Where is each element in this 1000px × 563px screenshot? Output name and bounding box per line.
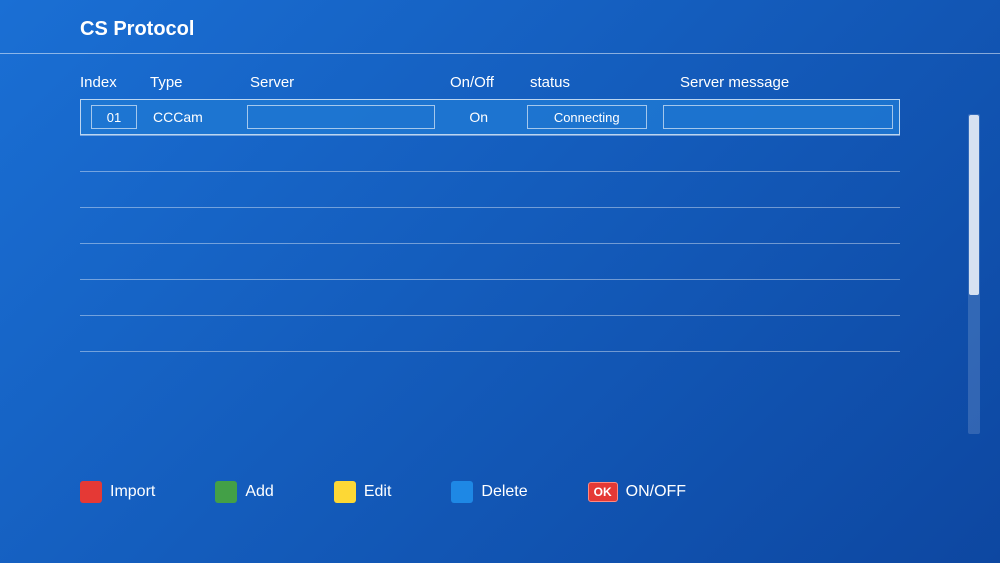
status-box: Connecting (527, 105, 647, 129)
edit-button[interactable]: Edit (334, 481, 392, 503)
cell-message (657, 100, 899, 134)
empty-row-5[interactable] (80, 279, 900, 315)
header-index: Index (80, 74, 150, 91)
header-status: status (530, 74, 680, 91)
message-box (663, 105, 893, 129)
header-onoff: On/Off (450, 74, 530, 91)
import-button[interactable]: Import (80, 481, 155, 503)
cell-status: Connecting (516, 100, 657, 134)
main-container: CS Protocol Index Type Server On/Off sta… (0, 0, 1000, 563)
empty-row-2[interactable] (80, 171, 900, 207)
table-header: Index Type Server On/Off status Server m… (80, 74, 920, 99)
empty-row-1[interactable] (80, 135, 900, 171)
header-type: Type (150, 74, 250, 91)
ok-badge: OK (588, 482, 618, 502)
page-title: CS Protocol (80, 18, 194, 40)
empty-row-6[interactable] (80, 315, 900, 351)
server-box (247, 105, 435, 129)
edit-label: Edit (364, 483, 392, 501)
add-button[interactable]: Add (215, 481, 273, 503)
index-box: 01 (91, 105, 137, 129)
content-area: Index Type Server On/Off status Server m… (0, 54, 1000, 407)
add-label: Add (245, 483, 273, 501)
empty-row-7[interactable] (80, 351, 900, 387)
header-server: Server (250, 74, 450, 91)
bottom-bar: Import Add Edit Delete OK ON/OFF (80, 481, 920, 503)
table-row[interactable]: 01 CCCam On Connecting (80, 99, 900, 135)
header-message: Server message (680, 74, 920, 91)
add-color-icon (215, 481, 237, 503)
cell-server (241, 100, 441, 134)
empty-row-3[interactable] (80, 207, 900, 243)
scrollbar-track[interactable] (968, 114, 980, 434)
empty-row-4[interactable] (80, 243, 900, 279)
cell-onoff: On (441, 100, 516, 134)
delete-color-icon (451, 481, 473, 503)
cell-type: CCCam (147, 100, 241, 134)
import-color-icon (80, 481, 102, 503)
import-label: Import (110, 483, 155, 501)
delete-button[interactable]: Delete (451, 481, 527, 503)
onoff-label: ON/OFF (626, 483, 686, 501)
title-area: CS Protocol (0, 0, 1000, 54)
delete-label: Delete (481, 483, 527, 501)
table-body: 01 CCCam On Connecting (80, 99, 900, 387)
cell-index: 01 (81, 100, 147, 134)
edit-color-icon (334, 481, 356, 503)
onoff-button[interactable]: OK ON/OFF (588, 482, 686, 502)
scrollbar-thumb[interactable] (969, 115, 979, 295)
